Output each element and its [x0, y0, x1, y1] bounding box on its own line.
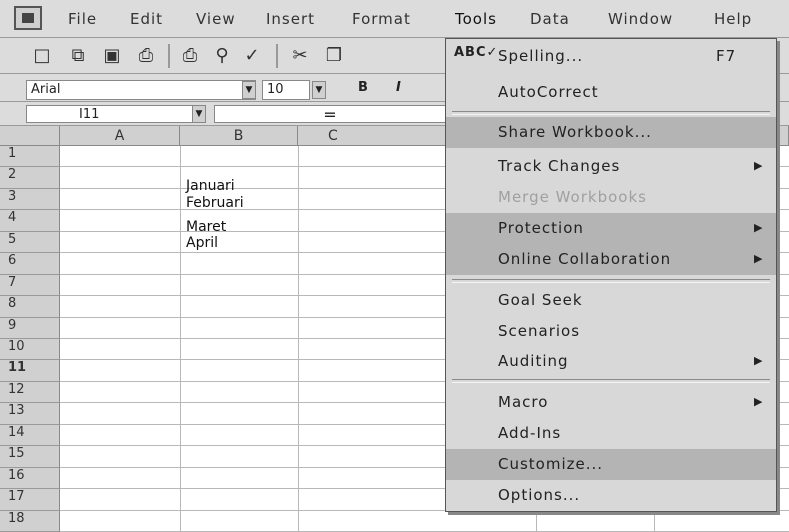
menu-insert[interactable]: Insert	[266, 10, 315, 28]
submenu-arrow-icon: ▶	[754, 395, 764, 408]
menu-item-track-changes[interactable]: Track Changes ▶	[446, 151, 776, 182]
row-header[interactable]: 9	[0, 317, 60, 339]
row-header[interactable]: 3	[0, 188, 60, 211]
menu-item-auditing[interactable]: Auditing ▶	[446, 346, 776, 377]
excel-app-icon[interactable]	[14, 6, 42, 30]
menu-separator	[452, 279, 770, 283]
menu-file[interactable]: File	[68, 10, 97, 28]
font-dropdown-icon[interactable]: ▼	[242, 81, 256, 99]
name-box-dropdown-icon[interactable]: ▼	[192, 105, 206, 123]
row-header[interactable]: 10	[0, 339, 60, 361]
cell-b4[interactable]: Maret	[186, 219, 226, 235]
italic-button[interactable]: I	[396, 80, 401, 95]
submenu-arrow-icon: ▶	[754, 159, 764, 172]
menu-item-protection[interactable]: Protection ▶	[446, 213, 776, 244]
menu-item-customize[interactable]: Customize...	[446, 449, 776, 480]
formula-input[interactable]: =	[214, 105, 446, 123]
magnifier-icon[interactable]: ⚲	[210, 45, 234, 67]
font-size-field[interactable]: 10	[262, 80, 310, 100]
spelling-icon[interactable]: ✓	[240, 45, 264, 67]
column-header-a[interactable]: A	[60, 126, 180, 146]
row-header[interactable]: 13	[0, 403, 60, 425]
row-header[interactable]: 5	[0, 231, 60, 254]
menu-item-add-ins[interactable]: Add-Ins	[446, 418, 776, 449]
toolbar-separator	[276, 44, 278, 68]
menu-item-spelling[interactable]: ABC✓ Spelling... F7	[446, 41, 776, 72]
cell-b5[interactable]: April	[186, 235, 218, 251]
copy-icon[interactable]: ❐	[322, 45, 346, 67]
row-header[interactable]: 8	[0, 296, 60, 318]
menu-edit[interactable]: Edit	[130, 10, 163, 28]
toolbar-separator	[168, 44, 170, 68]
save-icon[interactable]: ▣	[100, 45, 124, 67]
menu-separator	[452, 111, 770, 115]
menu-item-scenarios[interactable]: Scenarios	[446, 316, 776, 347]
menu-window[interactable]: Window	[608, 10, 673, 28]
gridline	[180, 146, 181, 532]
menu-format[interactable]: Format	[352, 10, 411, 28]
new-icon[interactable]: □	[30, 45, 54, 67]
select-all-corner[interactable]	[0, 126, 60, 146]
row-header[interactable]: 14	[0, 424, 60, 447]
shortcut-label: F7	[716, 47, 737, 65]
row-header[interactable]: 6	[0, 253, 60, 275]
print-preview-icon[interactable]: ⎙	[178, 45, 202, 67]
menu-item-share-workbook[interactable]: Share Workbook...	[446, 117, 776, 148]
cut-icon[interactable]: ✂	[288, 45, 312, 67]
open-icon[interactable]: ⧉	[66, 45, 90, 67]
menu-item-options[interactable]: Options...	[446, 480, 776, 511]
size-dropdown-icon[interactable]: ▼	[312, 81, 326, 99]
column-header-c[interactable]: C	[298, 126, 458, 146]
font-name-field[interactable]: Arial	[26, 80, 256, 100]
row-header[interactable]: 17	[0, 489, 60, 511]
menu-data[interactable]: Data	[530, 10, 570, 28]
spelling-icon: ABC✓	[454, 45, 499, 60]
menu-view[interactable]: View	[196, 10, 236, 28]
row-header[interactable]: 12	[0, 381, 60, 404]
menu-tools[interactable]: Tools	[455, 10, 497, 28]
row-header[interactable]: 18	[0, 510, 60, 532]
menu-item-macro[interactable]: Macro ▶	[446, 387, 776, 418]
row-header[interactable]: 16	[0, 467, 60, 490]
submenu-arrow-icon: ▶	[754, 354, 764, 367]
row-header[interactable]: 4	[0, 210, 60, 232]
bold-button[interactable]: B	[358, 80, 368, 95]
row-header[interactable]: 7	[0, 274, 60, 297]
cell-b2[interactable]: Januari	[186, 178, 235, 194]
submenu-arrow-icon: ▶	[754, 252, 764, 265]
row-header[interactable]: 15	[0, 446, 60, 468]
row-header[interactable]: 2	[0, 167, 60, 189]
menu-item-autocorrect[interactable]: AutoCorrect	[446, 77, 776, 108]
tools-menu: ABC✓ Spelling... F7 AutoCorrect Share Wo…	[445, 38, 777, 512]
menu-help[interactable]: Help	[714, 10, 752, 28]
menu-item-online-collaboration[interactable]: Online Collaboration ▶	[446, 244, 776, 275]
row-header[interactable]: 11	[0, 360, 60, 382]
name-box[interactable]: I11	[26, 105, 202, 123]
menu-separator	[452, 379, 770, 383]
print-icon[interactable]: ⎙	[134, 45, 158, 67]
cell-b3[interactable]: Februari	[186, 195, 244, 211]
menu-item-goal-seek[interactable]: Goal Seek	[446, 285, 776, 316]
row-header[interactable]: 1	[0, 146, 60, 168]
submenu-arrow-icon: ▶	[754, 221, 764, 234]
column-header-b[interactable]: B	[180, 126, 298, 146]
gridline	[298, 146, 299, 532]
menu-item-merge-workbooks: Merge Workbooks	[498, 188, 647, 206]
